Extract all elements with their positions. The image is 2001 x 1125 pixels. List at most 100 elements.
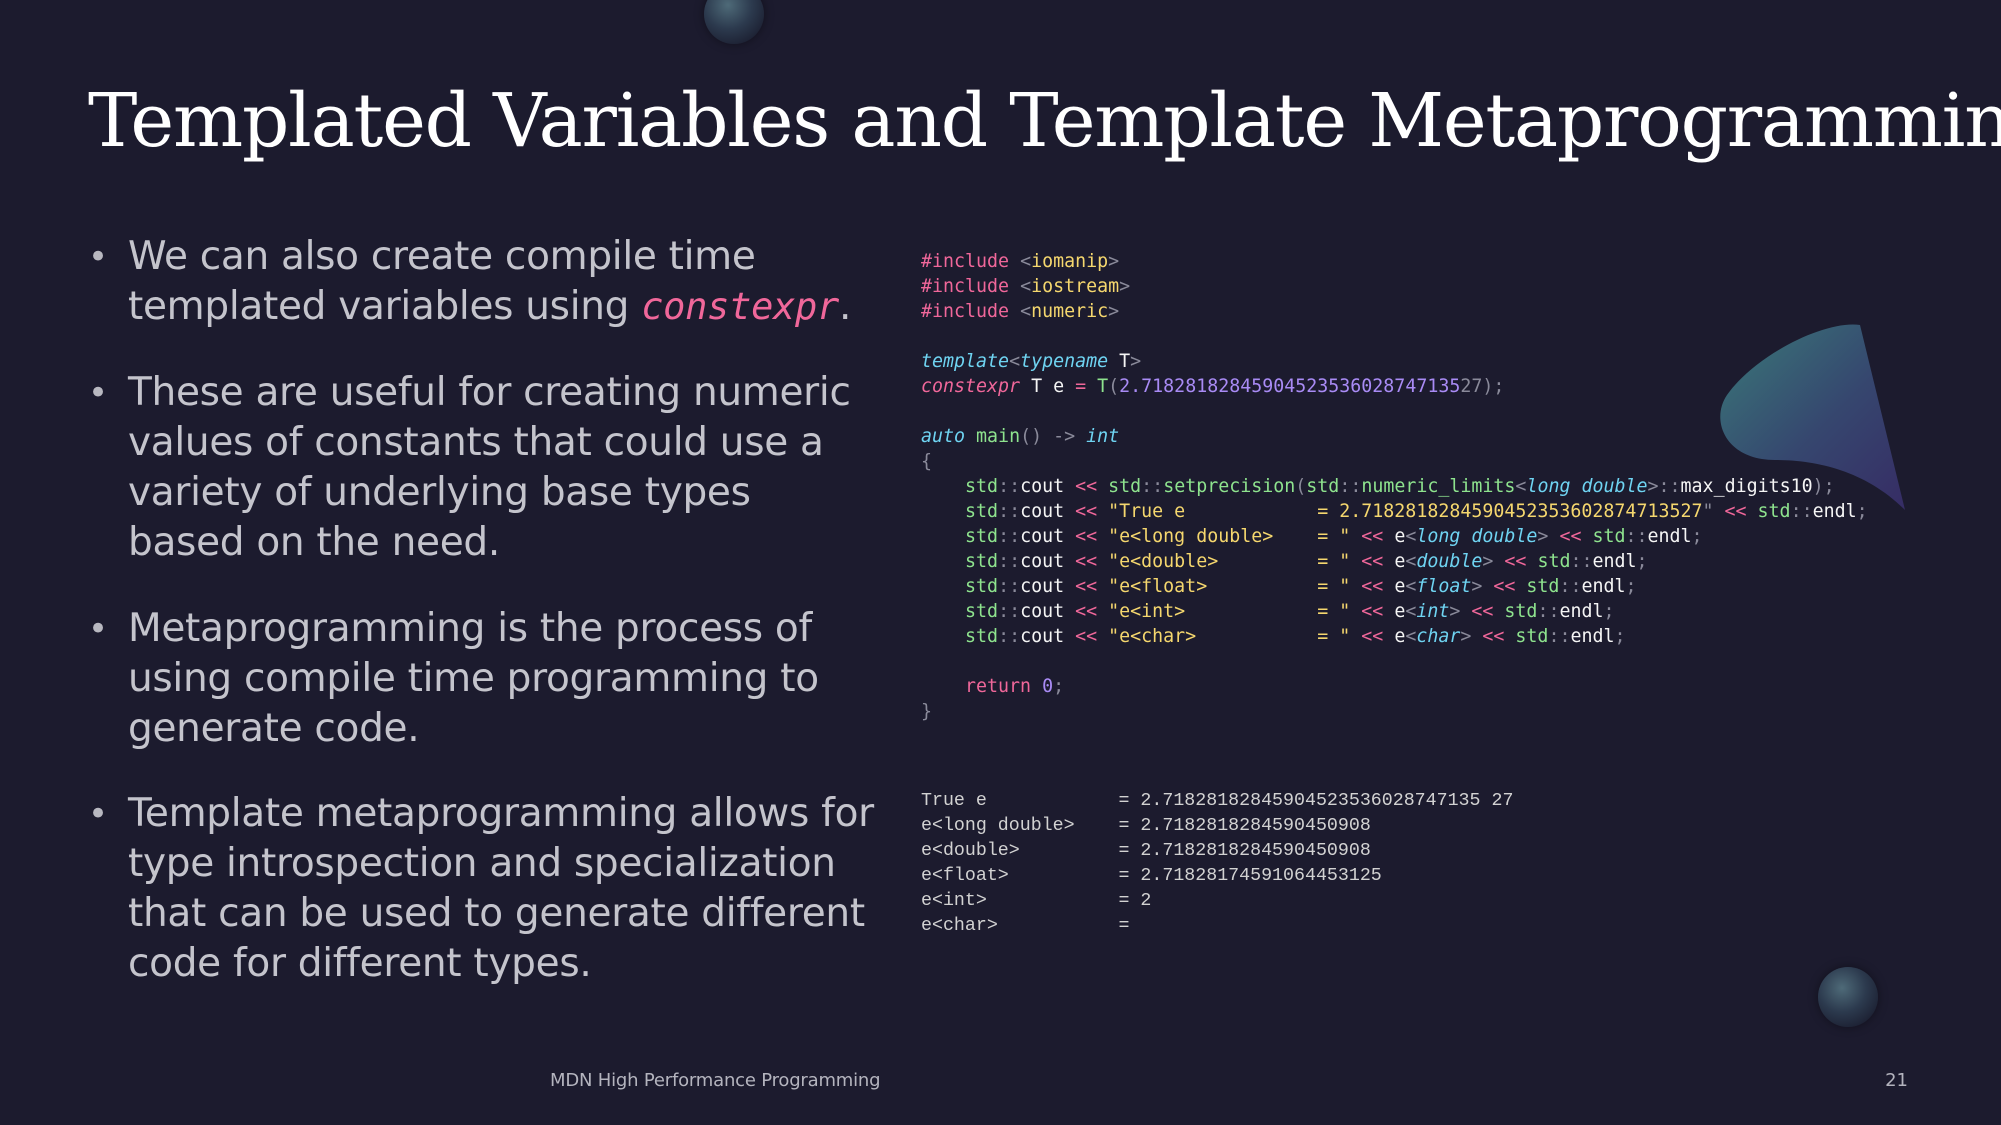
code-line: constexpr T e = T(2.71828182845904523536… [921,374,1868,399]
output-line: True e = 2.71828182845904523536028747135… [921,791,1514,811]
code-line: std::cout << "e<float> = " << e<float> <… [921,574,1868,599]
code-token: cout [1020,576,1076,597]
code-token: > [1108,301,1120,322]
code-token: << [1361,626,1384,647]
code-token: std [1108,476,1142,497]
bullet-item: Metaprogramming is the process of using … [88,604,878,754]
code-token: " [1702,501,1725,522]
code-line: auto main() -> int [921,424,1868,449]
code-token: () -> [1020,426,1087,447]
code-token: ; [1603,601,1615,622]
code-token: endl [1812,501,1857,522]
code-token: } [921,701,933,722]
code-token: :: [1790,501,1813,522]
code-token: e [1383,526,1406,547]
code-token: std [1504,601,1538,622]
decorative-sphere-bottom [1818,967,1878,1027]
code-token: < [1405,551,1417,572]
code-token: cout [1020,551,1076,572]
code-token: cout [1020,601,1076,622]
code-token: < [1405,601,1417,622]
code-token: :: [1559,576,1582,597]
code-token: std [1306,476,1340,497]
code-token: < [1009,351,1021,372]
code-token: << [1493,576,1516,597]
code-token: #include [921,301,1021,322]
code-token: std [965,476,999,497]
code-token: endl [1581,576,1626,597]
code-line: std::cout << "e<int> = " << e<int> << st… [921,599,1868,624]
code-token: cout [1020,526,1076,547]
code-token: e [1383,601,1406,622]
code-token: setprecision [1163,476,1296,497]
bullet-item: These are useful for creating numeric va… [88,368,878,568]
code-token: std [1537,551,1571,572]
code-token: << [1361,526,1384,547]
code-token: << [1075,626,1098,647]
code-token: int [1416,601,1450,622]
code-token: ( [1295,476,1307,497]
code-token: T [1108,351,1131,372]
code-token: << [1471,601,1494,622]
code-block: #include <iomanip> #include <iostream> #in… [921,249,1868,724]
output-line: e<double> = 2.7182818284590450908 [921,841,1371,861]
code-token: << [1724,501,1747,522]
output-line: e<long double> = 2.7182818284590450908 [921,816,1371,836]
code-line: } [921,699,1868,724]
code-token: std [965,526,999,547]
code-token: :: [998,601,1021,622]
code-token: endl [1570,626,1615,647]
code-token: < [1020,276,1032,297]
code-token: auto [921,426,966,447]
code-token: ); [1812,476,1835,497]
code-token: << [1361,601,1384,622]
code-line: std::cout << "True e = 2.718281828459045… [921,499,1868,524]
code-token: << [1361,576,1384,597]
code-token: std [965,601,999,622]
code-token: :: [1141,476,1164,497]
code-token: T [1097,376,1109,397]
code-token: ; [1691,526,1703,547]
code-token: cout [1020,626,1076,647]
code-token: > [1449,601,1472,622]
code-token: main [976,426,1021,447]
code-token: :: [1339,476,1362,497]
program-output: True e = 2.71828182845904523536028747135… [921,789,1513,939]
code-token: #include [921,276,1021,297]
code-token: std [965,551,999,572]
code-token: < [1515,476,1527,497]
code-token: :: [1625,526,1648,547]
code-token: max_digits10 [1680,476,1813,497]
code-line: #include <numeric> [921,299,1868,324]
code-token: numeric [1031,301,1109,322]
code-token: > [1460,626,1483,647]
code-token: typename [1020,351,1109,372]
code-token: iomanip [1031,251,1109,272]
code-token: > [1130,351,1142,372]
code-token: ; [1053,676,1065,697]
code-line: template<typename T> [921,349,1868,374]
code-token: "True e = 2.7182818284590452353602874713… [1108,501,1681,522]
code-token: 27 [1680,501,1703,522]
code-token: std [1592,526,1626,547]
code-token: :: [998,476,1021,497]
code-token: < [1020,301,1032,322]
code-token: e [1383,551,1406,572]
bullet-item: Template metaprogramming allows for type… [88,789,878,989]
code-token: << [1482,626,1505,647]
